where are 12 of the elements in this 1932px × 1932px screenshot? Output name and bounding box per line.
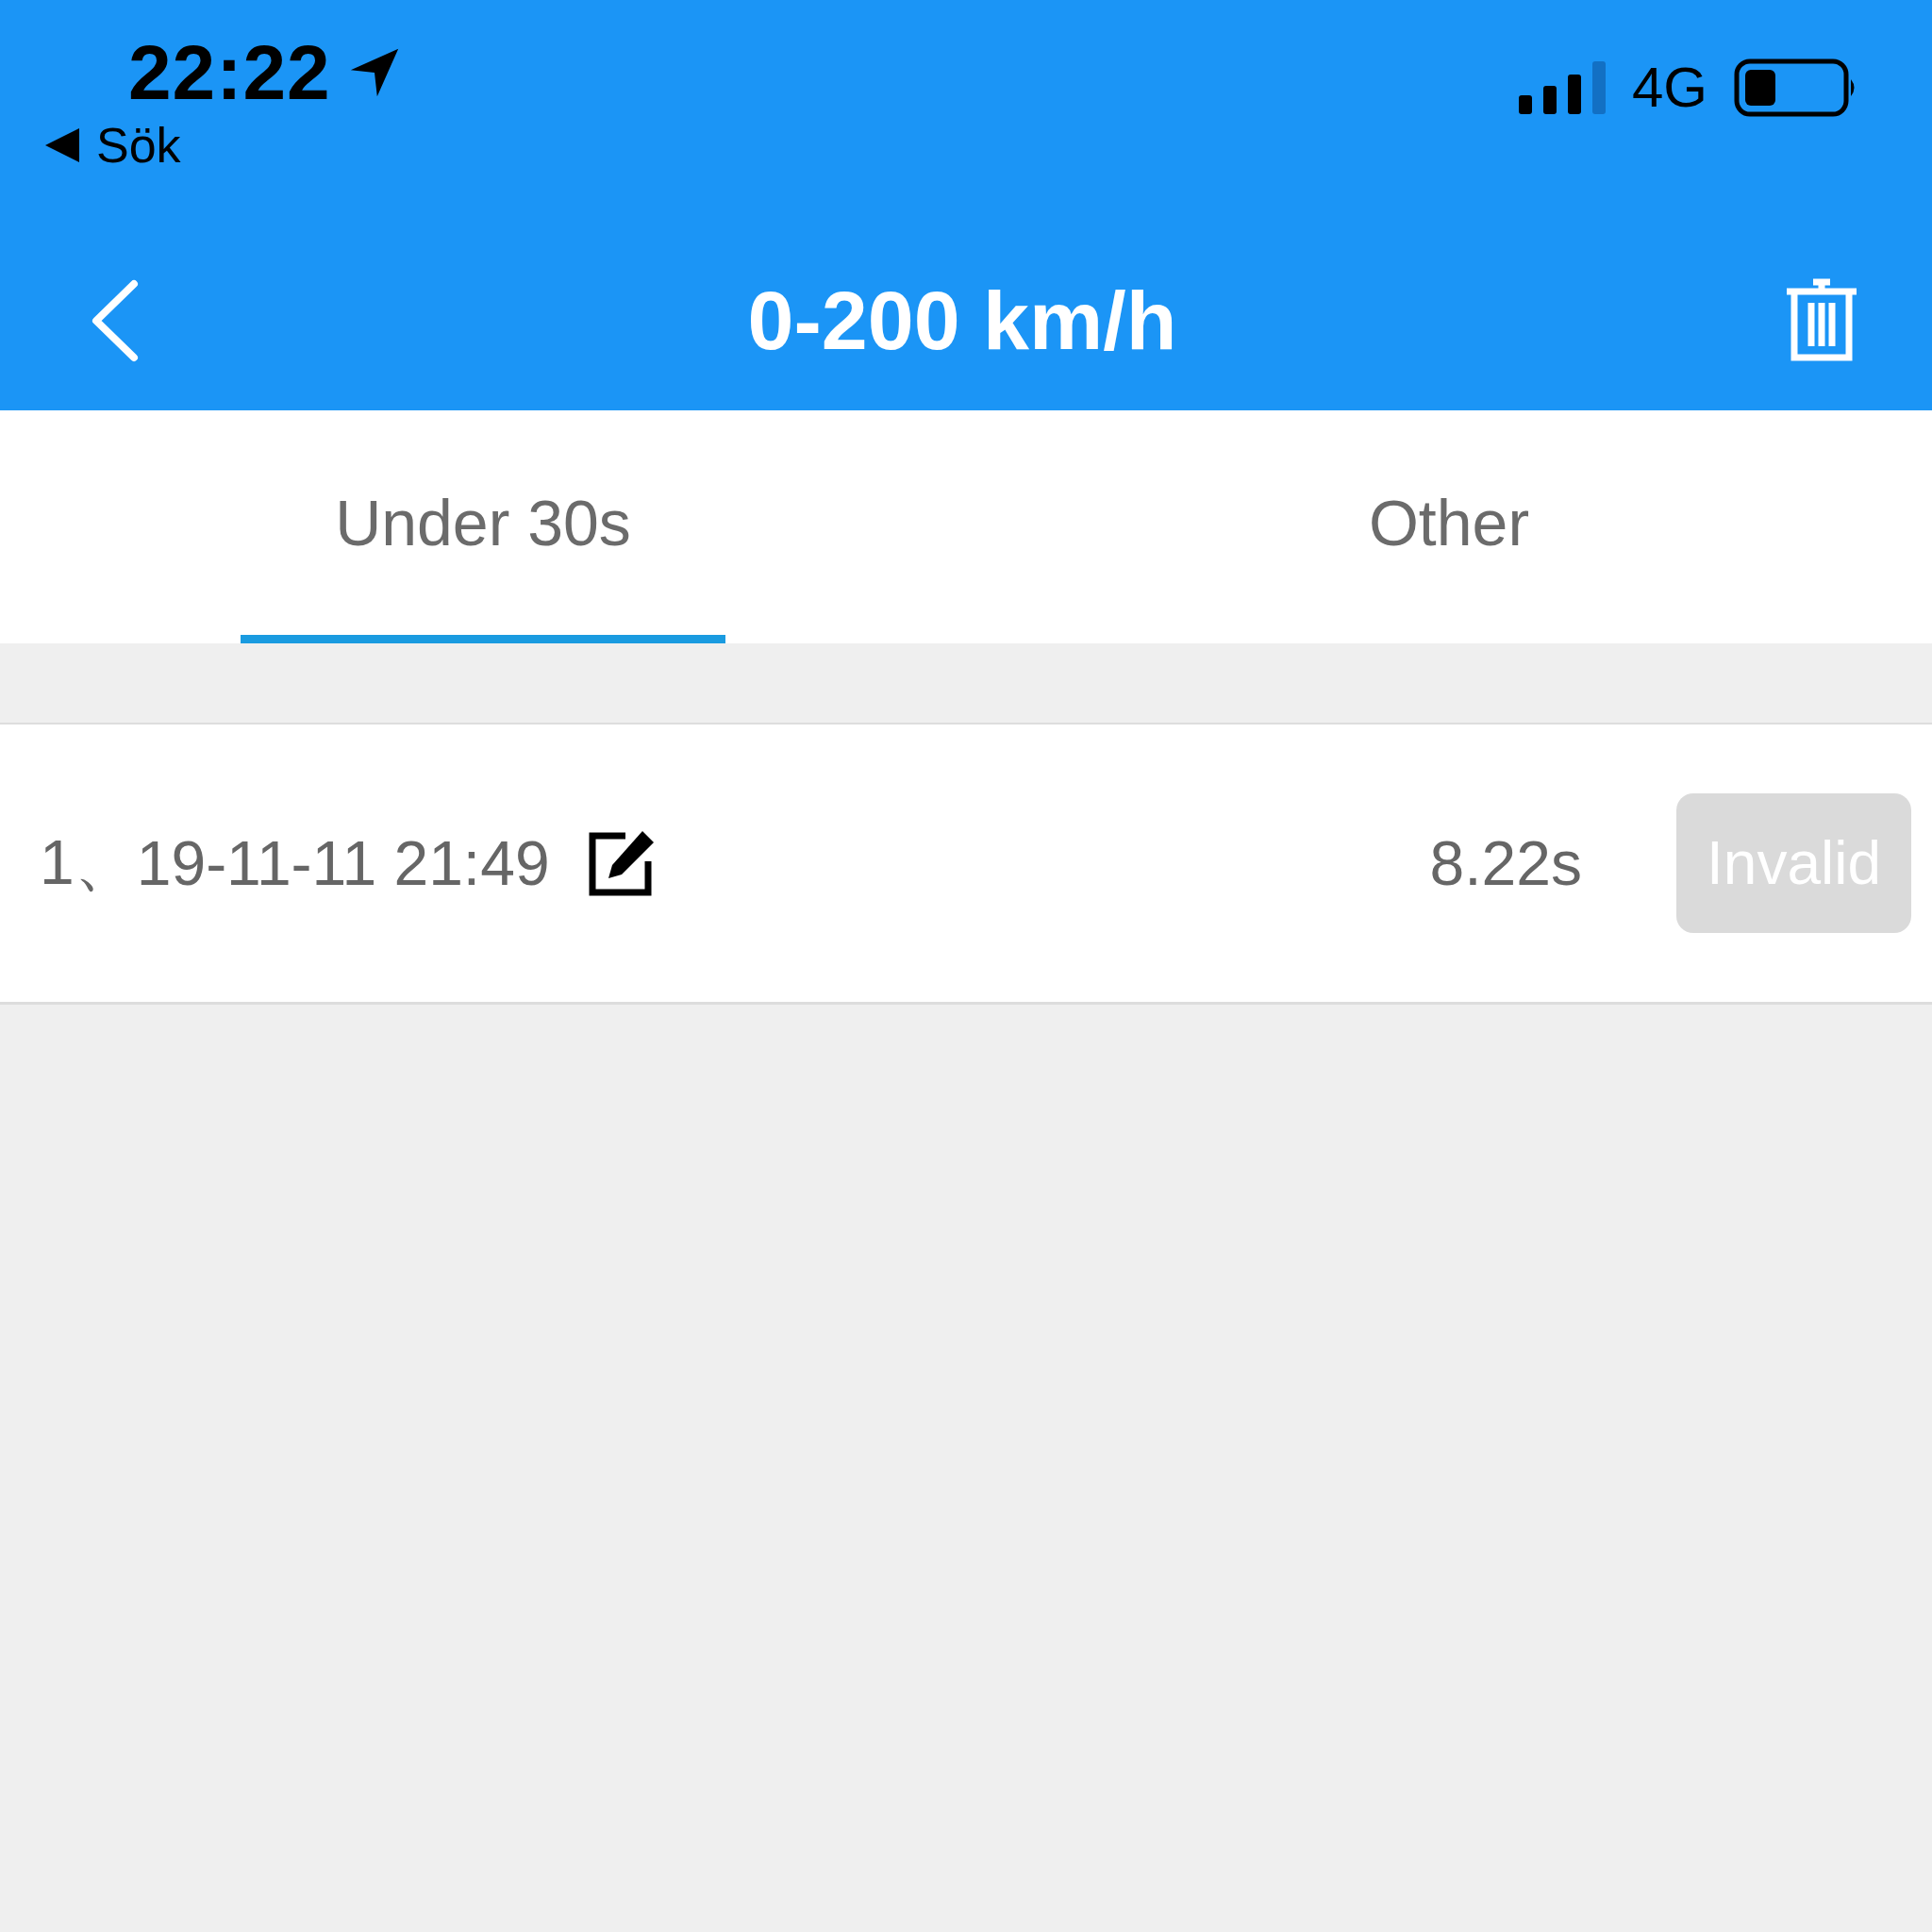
signal-icon [1518, 58, 1606, 116]
back-to-app-link[interactable]: Sök [96, 117, 181, 174]
record-datetime: 19-11-11 21:49 [136, 827, 550, 899]
edit-icon[interactable] [587, 829, 656, 897]
tab[interactable]: Other [1207, 410, 1691, 643]
network-label: 4G [1631, 55, 1707, 120]
tab[interactable]: Under 30s [241, 410, 725, 643]
record-index: 1、 [40, 826, 137, 899]
clock-time: 22:22 [128, 28, 331, 117]
page-title: 0-200 km/h [747, 273, 1177, 369]
record-duration: 8.22s [1429, 827, 1582, 899]
back-triangle-icon [45, 127, 79, 163]
